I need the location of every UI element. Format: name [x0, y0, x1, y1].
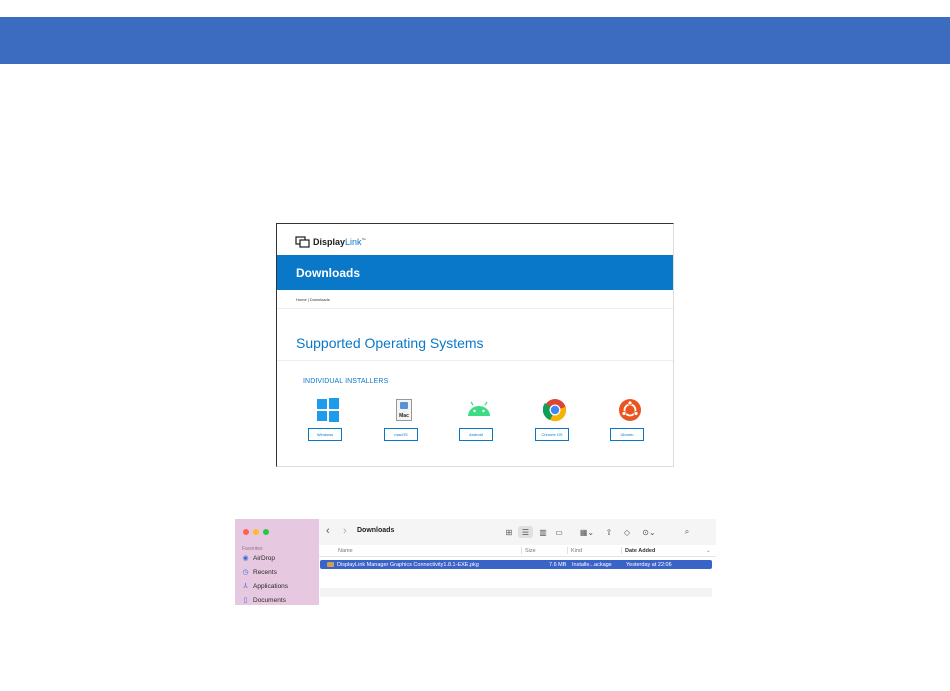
window-controls — [243, 529, 269, 535]
section-subheading: INDIVIDUAL INSTALLERS — [303, 378, 389, 385]
finder-window: Favorites ◉ AirDrop ◷ Recents ⅄ Applicat… — [235, 519, 716, 605]
file-kind: Installe...ackage — [572, 561, 612, 568]
column-name[interactable]: Name — [338, 548, 353, 554]
sort-chevron-icon: ⌄ — [706, 548, 711, 554]
clock-icon: ◷ — [242, 569, 249, 576]
file-date-added: Yesterday at 22:06 — [626, 561, 672, 568]
page-heading: Supported Operating Systems — [296, 335, 484, 351]
finder-toolbar: ‹ › Downloads ⊞ ☰ ▥ ▭ ▦⌄ ⇧ ◇ ⊙⌄ ⌕ — [319, 519, 716, 545]
ubuntu-download-button[interactable]: Ubuntu — [610, 428, 644, 441]
airdrop-icon: ◉ — [242, 555, 249, 562]
share-icon[interactable]: ⇧ — [603, 526, 615, 538]
installer-windows: Windows — [308, 394, 348, 444]
forward-icon[interactable]: › — [343, 525, 347, 537]
tag-icon[interactable]: ◇ — [621, 526, 633, 538]
divider — [277, 360, 673, 361]
installer-macos: Mac macOS — [384, 394, 424, 444]
chrome-os-download-button[interactable]: Chrome OS — [535, 428, 569, 441]
banner-title: Downloads — [296, 266, 361, 280]
installer-chrome-os: Chrome OS — [535, 394, 575, 444]
column-size[interactable]: Size — [525, 548, 536, 554]
sidebar-item-label: Documents — [253, 597, 286, 604]
divider — [277, 308, 673, 309]
android-download-button[interactable]: Android — [459, 428, 493, 441]
back-icon[interactable]: ‹ — [326, 525, 330, 537]
windows-download-button[interactable]: Windows — [308, 428, 342, 441]
more-actions-icon[interactable]: ⊙⌄ — [639, 526, 659, 538]
window-title: Downloads — [357, 527, 395, 534]
list-header: Name Size Kind Date Added ⌄ — [319, 545, 716, 557]
sidebar-item-label: Recents — [253, 569, 277, 576]
sidebar-item-label: Applications — [253, 583, 289, 590]
file-size: 7.6 MB — [549, 561, 567, 568]
installer-android: Android — [459, 394, 499, 444]
mac-icon-label: Mac — [399, 413, 409, 419]
displaylink-logo[interactable]: DisplayLink™ — [295, 234, 366, 250]
top-banner — [0, 17, 950, 64]
displaylink-logo-text: DisplayLink™ — [313, 237, 366, 247]
ubuntu-icon — [618, 398, 642, 422]
logo-link-text: Link — [345, 237, 362, 247]
logo-trademark: ™ — [361, 237, 366, 242]
downloads-banner: Downloads — [277, 255, 673, 290]
chrome-icon — [543, 398, 567, 422]
package-icon — [327, 562, 334, 567]
icon-view-icon[interactable]: ⊞ — [503, 526, 515, 538]
installer-ubuntu: Ubuntu — [610, 394, 650, 444]
list-view-icon[interactable]: ☰ — [518, 526, 533, 538]
empty-row — [320, 588, 712, 597]
windows-icon — [316, 398, 340, 422]
displaylink-website-screenshot: DisplayLink™ Downloads Home | Downloads … — [276, 223, 674, 467]
mac-icon: Mac — [392, 398, 416, 422]
group-icon[interactable]: ▦⌄ — [577, 526, 597, 538]
sidebar-item-recents[interactable]: ◷ Recents — [242, 567, 277, 578]
column-kind[interactable]: Kind — [571, 548, 582, 554]
search-icon[interactable]: ⌕ — [681, 526, 693, 538]
sidebar-item-label: AirDrop — [253, 555, 276, 562]
document-icon: ▯ — [243, 597, 248, 604]
android-icon — [467, 398, 491, 422]
applications-icon: ⅄ — [243, 583, 248, 590]
gallery-view-icon[interactable]: ▭ — [553, 526, 565, 538]
zoom-button[interactable] — [263, 529, 269, 535]
macos-download-button[interactable]: macOS — [384, 428, 418, 441]
logo-display-text: Display — [313, 237, 346, 247]
column-view-icon[interactable]: ▥ — [537, 526, 549, 538]
finder-main: ‹ › Downloads ⊞ ☰ ▥ ▭ ▦⌄ ⇧ ◇ ⊙⌄ ⌕ Name S… — [319, 519, 716, 605]
column-divider — [567, 547, 568, 554]
displaylink-logo-icon — [295, 236, 310, 248]
column-divider — [521, 547, 522, 554]
finder-sidebar: Favorites ◉ AirDrop ◷ Recents ⅄ Applicat… — [235, 519, 319, 605]
minimize-button[interactable] — [253, 529, 259, 535]
sidebar-item-airdrop[interactable]: ◉ AirDrop — [242, 553, 275, 564]
file-name: DisplayLink Manager Graphics Connectivit… — [337, 561, 479, 568]
close-button[interactable] — [243, 529, 249, 535]
favorites-label: Favorites — [242, 546, 263, 552]
column-divider — [621, 547, 622, 554]
sidebar-item-documents[interactable]: ▯ Documents — [242, 595, 286, 605]
file-row[interactable]: DisplayLink Manager Graphics Connectivit… — [320, 560, 712, 569]
breadcrumb[interactable]: Home | Downloads — [296, 297, 330, 302]
sidebar-item-applications[interactable]: ⅄ Applications — [242, 581, 288, 592]
column-date-added[interactable]: Date Added — [625, 548, 655, 554]
